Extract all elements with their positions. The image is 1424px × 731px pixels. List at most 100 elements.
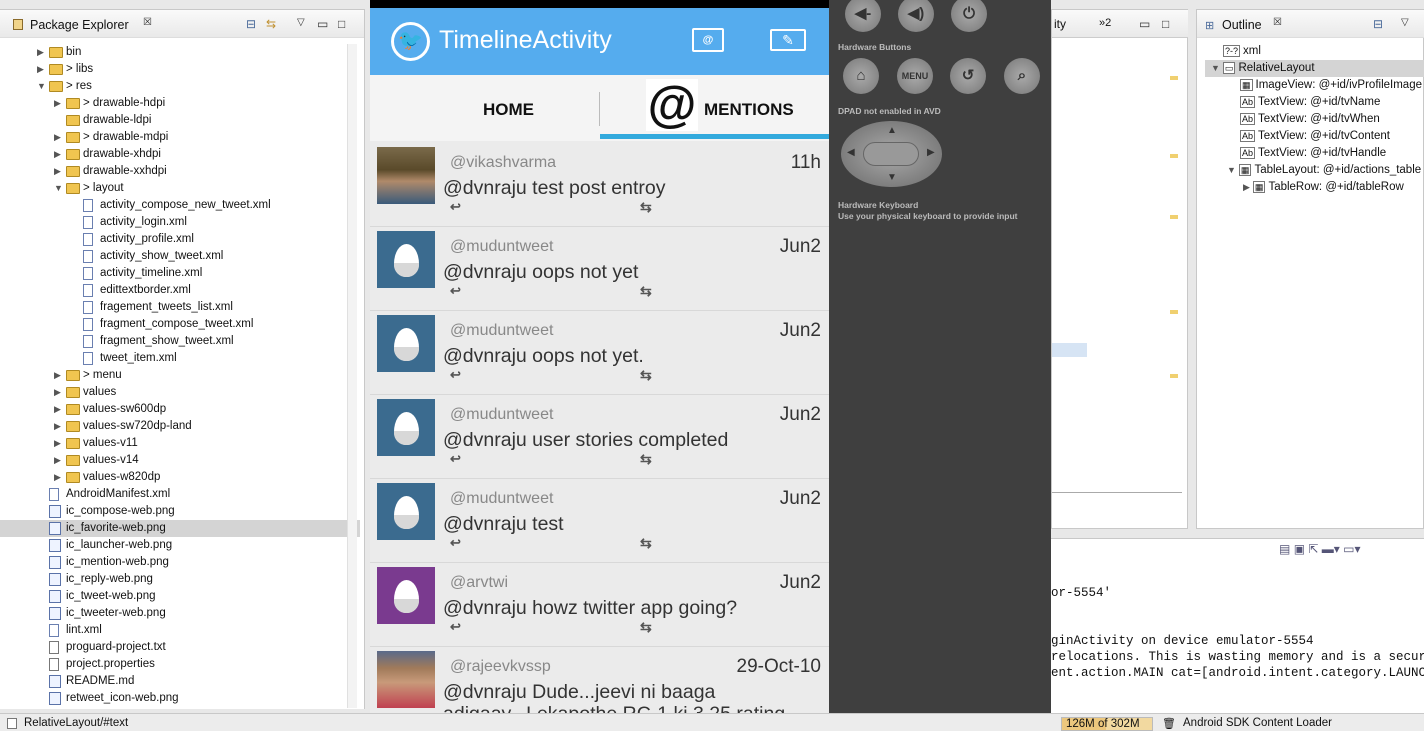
- view-menu-icon[interactable]: ▽: [297, 17, 305, 28]
- tree-item[interactable]: ic_launcher-web.png: [0, 537, 360, 554]
- avatar[interactable]: [377, 483, 435, 540]
- outline-item[interactable]: Ab TextView: @+id/tvWhen: [1240, 111, 1380, 128]
- reply-icon[interactable]: ↩︎: [450, 367, 461, 383]
- tree-item[interactable]: ▶ values: [0, 384, 360, 401]
- pin-console-icon[interactable]: ⇱: [1308, 542, 1318, 556]
- tab-home[interactable]: HOME: [370, 75, 599, 141]
- tree-item[interactable]: ic_tweeter-web.png: [0, 605, 360, 622]
- outline-item[interactable]: Ab TextView: @+id/tvName: [1240, 94, 1380, 111]
- expand-closed-icon[interactable]: ▶: [54, 129, 61, 146]
- outline-item[interactable]: ?-? xml: [1223, 43, 1261, 60]
- avatar[interactable]: [377, 147, 435, 204]
- tree-item[interactable]: activity_timeline.xml: [0, 265, 360, 282]
- tree-item[interactable]: ▶ drawable-xxhdpi: [0, 163, 360, 180]
- expand-closed-icon[interactable]: ▶: [54, 401, 61, 418]
- tweet-item[interactable]: @muduntweet Jun2 @dvnraju user stories com…: [370, 395, 829, 479]
- expand-open-icon[interactable]: ▼: [1227, 165, 1236, 175]
- clear-console-icon[interactable]: ▤: [1279, 542, 1290, 556]
- avatar[interactable]: [377, 315, 435, 372]
- view-menu-icon[interactable]: ▽: [1401, 17, 1409, 28]
- back-button[interactable]: ↺: [950, 58, 986, 94]
- maximize-icon[interactable]: □: [1162, 17, 1169, 31]
- tree-item[interactable]: ▶ values-v11: [0, 435, 360, 452]
- search-button[interactable]: ⌕: [1004, 58, 1040, 94]
- tree-item[interactable]: ic_mention-web.png: [0, 554, 360, 571]
- home-button[interactable]: ⌂: [843, 58, 879, 94]
- tree-item[interactable]: proguard-project.txt: [0, 639, 360, 656]
- overview-marker[interactable]: [1170, 76, 1178, 80]
- expand-closed-icon[interactable]: ▶: [37, 44, 44, 61]
- tree-item[interactable]: activity_show_tweet.xml: [0, 248, 360, 265]
- outline-item[interactable]: Ab TextView: @+id/tvContent: [1240, 128, 1390, 145]
- avatar[interactable]: [377, 567, 435, 624]
- expand-closed-icon[interactable]: ▶: [54, 384, 61, 401]
- retweet-icon[interactable]: ⇆: [640, 199, 652, 216]
- tree-item[interactable]: lint.xml: [0, 622, 360, 639]
- tree-item[interactable]: drawable-ldpi: [0, 112, 360, 129]
- minimize-icon[interactable]: ▭: [317, 17, 328, 31]
- tree-item[interactable]: ▶ > drawable-hdpi: [0, 95, 360, 112]
- tree-item[interactable]: retweet_icon-web.png: [0, 690, 360, 707]
- expand-open-icon[interactable]: ▼: [1211, 63, 1220, 73]
- tree-item[interactable]: ▶ values-sw600dp: [0, 401, 360, 418]
- tweet-item[interactable]: @arvtwi Jun2 @dvnraju howz twitter app goi…: [370, 563, 829, 647]
- outline-item[interactable]: ▼ ▭ RelativeLayout: [1205, 60, 1424, 77]
- expand-closed-icon[interactable]: ▶: [54, 146, 61, 163]
- expand-closed-icon[interactable]: ▶: [54, 452, 61, 469]
- close-tab-icon[interactable]: ☒: [143, 17, 152, 28]
- tree-item[interactable]: ▼ > res: [0, 78, 360, 95]
- expand-closed-icon[interactable]: ▶: [54, 163, 61, 180]
- tree-item[interactable]: fragment_compose_tweet.xml: [0, 316, 360, 333]
- tab-mentions[interactable]: @ MENTIONS: [600, 75, 829, 141]
- dpad-control[interactable]: ▲ ▼ ◀ ▶: [841, 121, 942, 187]
- compose-icon[interactable]: ✎: [770, 29, 806, 51]
- outline-item[interactable]: ▶ ▦ TableRow: @+id/tableRow: [1243, 179, 1404, 196]
- tree-item[interactable]: fragement_tweets_list.xml: [0, 299, 360, 316]
- collapse-all-icon[interactable]: ⊟: [1373, 17, 1383, 31]
- expand-closed-icon[interactable]: ▶: [54, 418, 61, 435]
- gc-trash-icon[interactable]: 🗑: [1162, 717, 1176, 730]
- dpad-center[interactable]: [863, 142, 919, 166]
- tree-item[interactable]: ic_reply-web.png: [0, 571, 360, 588]
- avatar[interactable]: [377, 399, 435, 456]
- menu-button[interactable]: MENU: [897, 58, 933, 94]
- close-tab-icon[interactable]: ☒: [1273, 17, 1282, 28]
- tree-item[interactable]: ▶ values-v14: [0, 452, 360, 469]
- maximize-icon[interactable]: □: [338, 17, 345, 31]
- open-console-icon[interactable]: ▭▾: [1343, 542, 1360, 556]
- overview-marker[interactable]: [1170, 154, 1178, 158]
- more-tabs[interactable]: »2: [1099, 17, 1111, 29]
- tree-item[interactable]: ▶ bin: [0, 44, 360, 61]
- tree-item[interactable]: ▶ values-w820dp: [0, 469, 360, 486]
- tree-item[interactable]: ▶ > drawable-mdpi: [0, 129, 360, 146]
- outline-item[interactable]: ▦ ImageView: @+id/ivProfileImage: [1240, 77, 1422, 94]
- display-console-icon[interactable]: ▬▾: [1322, 542, 1340, 556]
- tree-item[interactable]: ▶ values-sw720dp-land: [0, 418, 360, 435]
- reply-icon[interactable]: ↩︎: [450, 619, 461, 635]
- tree-item[interactable]: activity_profile.xml: [0, 231, 360, 248]
- minimize-icon[interactable]: ▭: [1139, 17, 1150, 31]
- tweet-item[interactable]: @vikashvarma 11h @dvnraju test post entroy…: [370, 143, 829, 227]
- tree-item[interactable]: ▶ > libs: [0, 61, 360, 78]
- volume-up-button[interactable]: ◀): [898, 0, 934, 32]
- expand-closed-icon[interactable]: ▶: [54, 95, 61, 112]
- overview-marker[interactable]: [1170, 374, 1178, 378]
- overview-marker[interactable]: [1170, 215, 1178, 219]
- expand-closed-icon[interactable]: ▶: [54, 469, 61, 486]
- heap-status[interactable]: 126M of 302M: [1061, 717, 1153, 731]
- scroll-lock-icon[interactable]: ▣: [1294, 542, 1305, 556]
- tree-item[interactable]: ic_compose-web.png: [0, 503, 360, 520]
- tweet-list[interactable]: @vikashvarma 11h @dvnraju test post entroy…: [370, 143, 829, 722]
- tree-item[interactable]: activity_login.xml: [0, 214, 360, 231]
- link-with-editor-icon[interactable]: ⇆: [266, 17, 276, 31]
- avatar[interactable]: [377, 651, 435, 708]
- reply-icon[interactable]: ↩︎: [450, 283, 461, 299]
- power-button[interactable]: ⏻: [951, 0, 987, 32]
- overview-marker[interactable]: [1170, 310, 1178, 314]
- retweet-icon[interactable]: ⇆: [640, 367, 652, 384]
- expand-closed-icon[interactable]: ▶: [54, 435, 61, 452]
- tweet-item[interactable]: @muduntweet Jun2 @dvnraju oops not yet ↩︎ ⇆: [370, 227, 829, 311]
- tree-item[interactable]: ▶ drawable-xhdpi: [0, 146, 360, 163]
- tree-item[interactable]: ▶ > menu: [0, 367, 360, 384]
- tweet-item[interactable]: @muduntweet Jun2 @dvnraju oops not yet. ↩︎ ⇆: [370, 311, 829, 395]
